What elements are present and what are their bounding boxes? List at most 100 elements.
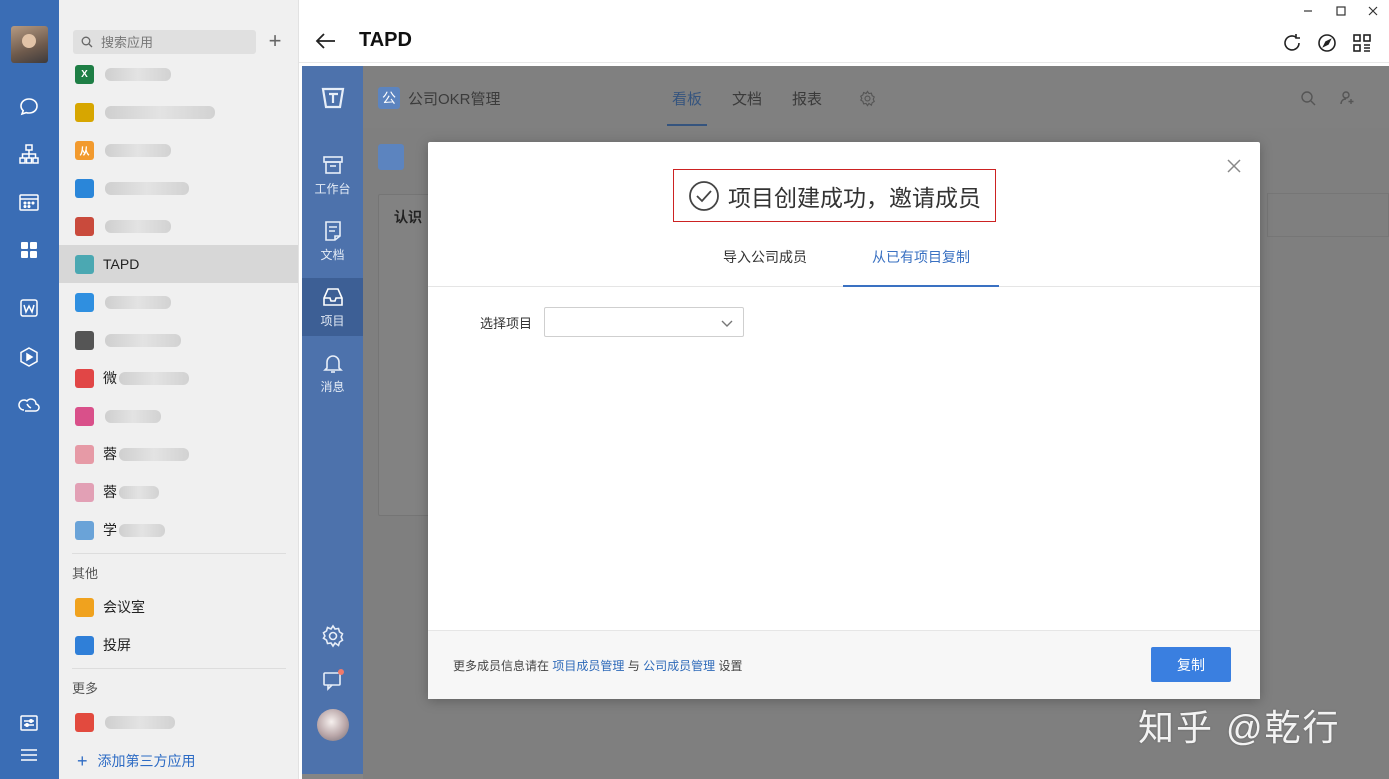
app-item[interactable]: 微 [59,359,298,397]
app-item-screen-cast[interactable]: 投屏 [59,626,298,664]
qr-grid-icon[interactable] [1351,32,1373,54]
nav-projects[interactable]: 项目 [302,278,363,336]
phone-cloud-icon[interactable] [18,394,40,416]
blurred-label [105,143,171,157]
blurred-label [105,295,171,309]
minimize-icon[interactable] [1301,4,1315,18]
add-third-party-label: 添加第三方应用 [97,753,196,769]
app-icon [75,216,94,236]
divider [72,553,286,554]
user-avatar[interactable] [317,709,349,741]
weiyun-icon[interactable] [18,297,40,319]
app-item[interactable] [59,397,298,435]
back-arrow-icon[interactable] [315,30,337,52]
feedback-icon[interactable] [321,668,345,692]
apps-grid-icon[interactable] [18,239,40,261]
bell-icon [322,354,343,373]
nav-workbench[interactable]: 工作台 [302,146,363,204]
blurred-label [105,219,171,233]
tab-copy-from-project[interactable]: 从已有项目复制 [843,238,999,287]
tab-import-company-members[interactable]: 导入公司成员 [703,238,827,287]
app-label: 学 [103,522,117,538]
menu-icon[interactable] [18,744,40,766]
app-item-meeting-room[interactable]: 会议室 [59,588,298,626]
footer-mid: 与 [627,659,640,673]
maximize-icon[interactable] [1334,4,1348,18]
add-member-icon[interactable] [1339,90,1355,106]
blurred-label [105,409,161,423]
add-third-party-app-link[interactable]: + 添加第三方应用 [77,751,196,771]
app-item[interactable]: 从 [59,131,298,169]
tab-reports[interactable]: 报表 [792,88,822,109]
dialog-title: 项目创建成功，邀请成员 [728,184,981,211]
app-icon [75,482,94,502]
app-item[interactable]: 蓉 [59,435,298,473]
select-project-dropdown[interactable] [544,307,744,337]
main-window: TAPD 工作台 文档 项目 消息 公 公司OKR管理 看板 文档 报表 认识 … [299,0,1389,779]
footer-text: 更多成员信息请在 项目成员管理 与 公司成员管理 设置 [453,657,742,674]
footer-prefix: 更多成员信息请在 [453,659,550,673]
app-item[interactable] [59,283,298,321]
nav-docs[interactable]: 文档 [302,212,363,270]
blurred-label [105,105,215,119]
screen-cast-icon [75,635,94,655]
nav-label: 文档 [320,247,345,262]
app-item-tapd[interactable]: TAPD [59,245,298,283]
refresh-icon[interactable] [1281,32,1303,54]
user-avatar[interactable] [11,26,48,63]
calendar-icon[interactable] [18,191,40,213]
add-app-button[interactable]: + [264,30,286,53]
chat-icon[interactable] [18,96,40,118]
search-input[interactable] [101,34,241,50]
blurred-label [119,447,189,461]
close-icon[interactable] [1226,158,1242,174]
nav-messages[interactable]: 消息 [302,344,363,402]
settings-panel-icon[interactable] [18,712,40,734]
app-item[interactable]: 蓉 [59,473,298,511]
blurred-label [119,485,159,499]
copy-button[interactable]: 复制 [1151,647,1231,682]
invite-members-dialog: 项目创建成功，邀请成员 导入公司成员 从已有项目复制 选择项目 更多成员信息请在… [428,142,1260,699]
app-item[interactable] [59,207,298,245]
app-label: 微 [103,370,117,386]
nav-label: 项目 [320,313,345,328]
app-icon [75,102,94,122]
tapd-logo-icon[interactable] [320,84,346,110]
close-window-icon[interactable] [1366,4,1380,18]
gear-icon[interactable] [321,624,345,648]
search-box[interactable] [73,30,256,54]
app-item[interactable] [59,169,298,207]
board-column-header: 认识 [394,209,422,225]
project-header: 公 公司OKR管理 看板 文档 报表 [363,66,1389,128]
footer-suffix: 设置 [718,659,743,673]
compass-icon[interactable] [1316,32,1338,54]
nav-label: 工作台 [314,181,351,196]
page-title: TAPD [359,29,412,51]
app-icon [75,330,94,350]
app-item[interactable] [59,321,298,359]
tab-docs[interactable]: 文档 [732,88,762,109]
board-column-add [1267,193,1389,237]
hexagon-app-icon[interactable] [18,346,40,368]
project-title: 公司OKR管理 [408,90,501,108]
tapd-icon [75,254,94,274]
inbox-icon [322,287,343,306]
section-more: 更多 [72,681,99,696]
search-icon[interactable] [1300,90,1316,106]
blurred-label [119,523,165,537]
project-members-link[interactable]: 项目成员管理 [552,659,624,673]
org-chart-icon[interactable] [18,143,40,165]
app-item[interactable]: X [59,55,298,93]
dialog-tabs: 导入公司成员 从已有项目复制 [428,238,1260,287]
project-name[interactable]: 公 公司OKR管理 [378,87,501,109]
app-icon [75,178,94,198]
project-settings-icon[interactable] [859,90,876,107]
app-list-sidebar: + X 从 TAPD 微 蓉 蓉 学 其他 会议室 投屏 更多 + 添加第三方应用 [59,0,299,779]
app-item[interactable] [59,703,298,741]
tab-kanban[interactable]: 看板 [666,88,708,126]
app-item[interactable] [59,93,298,131]
plus-icon: + [77,751,88,771]
company-members-link[interactable]: 公司成员管理 [643,659,715,673]
app-item[interactable]: 学 [59,511,298,549]
document-icon [324,220,341,241]
